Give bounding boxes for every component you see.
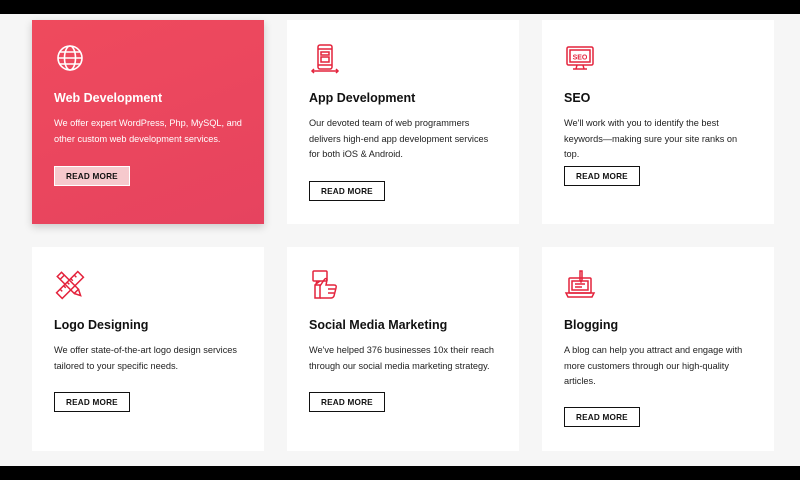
read-more-button[interactable]: READ MORE	[309, 181, 385, 201]
seo-monitor-icon: SEO	[566, 46, 594, 70]
service-card-social-media-marketing[interactable]: Social Media Marketing We've helped 376 …	[287, 247, 519, 451]
mobile-app-icon	[310, 44, 340, 74]
services-section: Web Development We offer expert WordPres…	[0, 14, 800, 466]
svg-text:SEO: SEO	[573, 55, 588, 62]
service-card-logo-designing[interactable]: Logo Designing We offer state-of-the-art…	[32, 247, 264, 451]
service-description: We offer expert WordPress, Php, MySQL, a…	[54, 118, 242, 144]
service-description: We've helped 376 businesses 10x their re…	[309, 345, 494, 371]
service-card-blogging[interactable]: Blogging A blog can help you attract and…	[542, 247, 774, 451]
read-more-button[interactable]: READ MORE	[564, 166, 640, 186]
service-card-seo[interactable]: SEO SEO We'll work with you to identify …	[542, 20, 774, 224]
service-description: Our devoted team of web programmers deli…	[309, 118, 489, 159]
service-description: We offer state-of-the-art logo design se…	[54, 345, 237, 371]
read-more-button[interactable]: READ MORE	[54, 392, 130, 412]
blog-laptop-icon	[564, 270, 596, 298]
read-more-button[interactable]: READ MORE	[564, 407, 640, 427]
service-title: Web Development	[54, 91, 163, 105]
service-title: Social Media Marketing	[309, 318, 448, 332]
read-more-button[interactable]: READ MORE	[54, 166, 130, 186]
ruler-pencil-icon	[55, 270, 85, 300]
service-title: SEO	[564, 91, 591, 105]
service-description: We'll work with you to identify the best…	[564, 118, 738, 159]
thumbs-up-icon	[312, 270, 337, 299]
service-title: Blogging	[564, 318, 619, 332]
service-card-web-development[interactable]: Web Development We offer expert WordPres…	[32, 20, 264, 224]
service-title: App Development	[309, 91, 416, 105]
read-more-button[interactable]: READ MORE	[309, 392, 385, 412]
service-card-app-development[interactable]: App Development Our devoted team of web …	[287, 20, 519, 224]
service-description: A blog can help you attract and engage w…	[564, 345, 743, 386]
service-title: Logo Designing	[54, 318, 149, 332]
globe-icon	[57, 45, 83, 71]
